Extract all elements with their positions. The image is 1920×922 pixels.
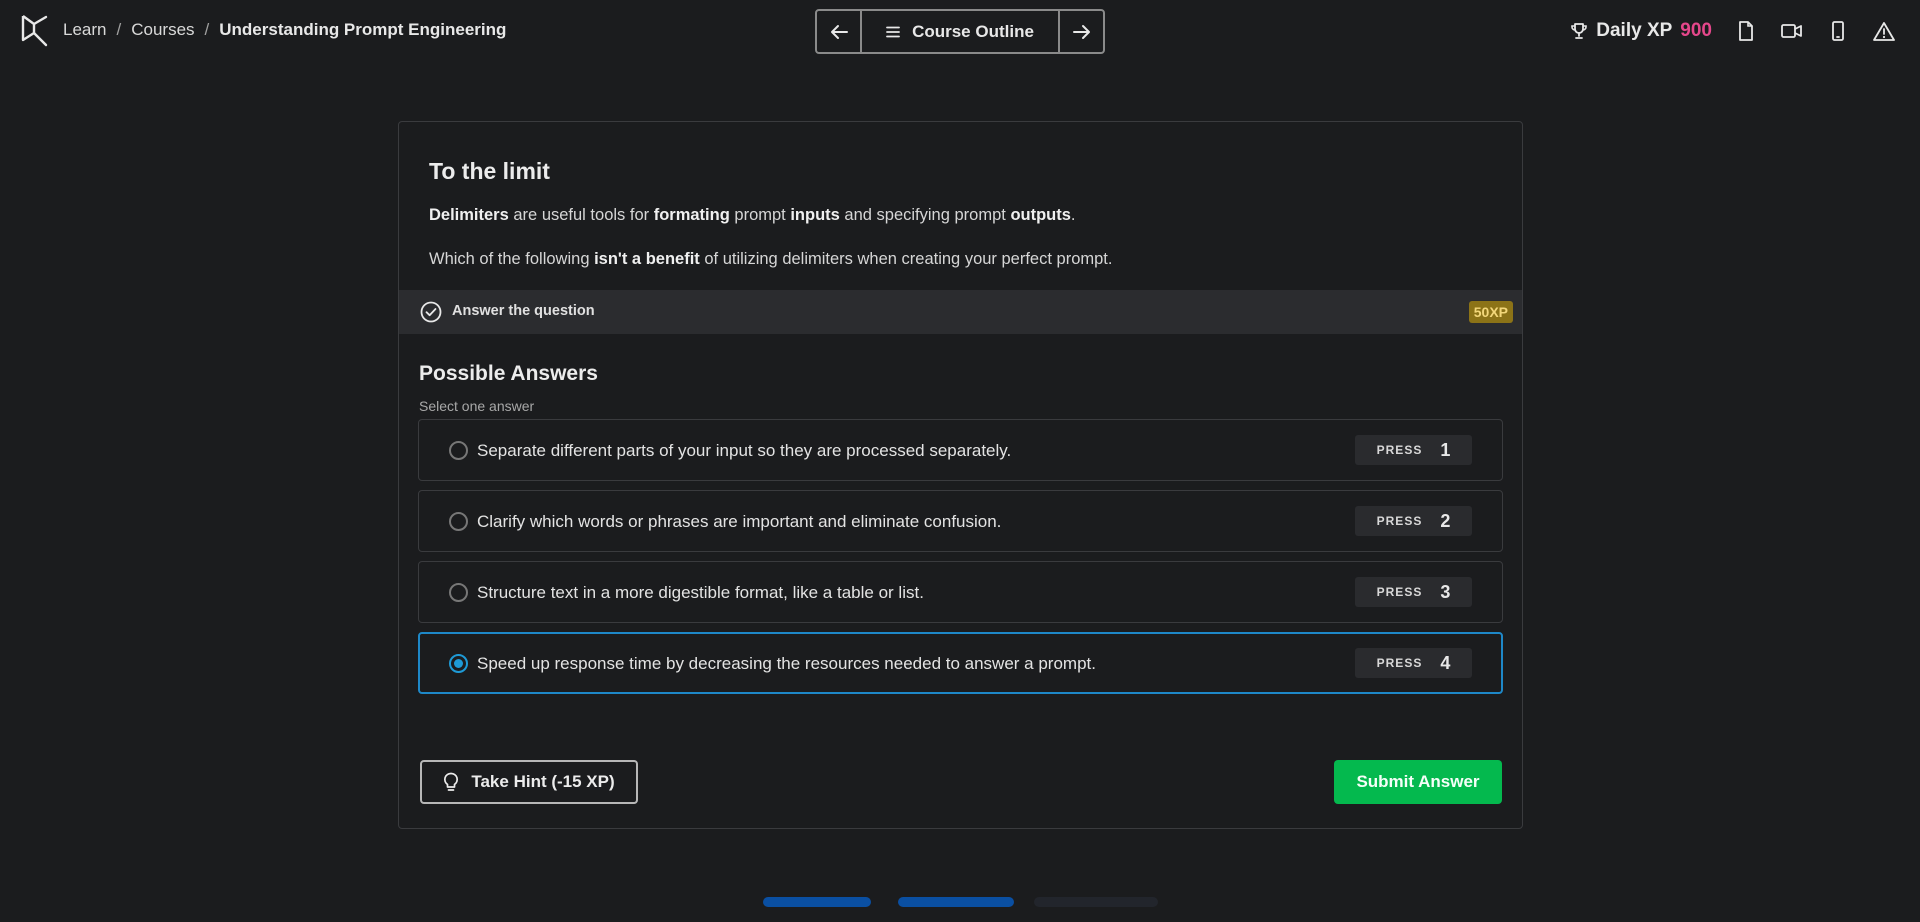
answer-option-2[interactable]: Clarify which words or phrases are impor… [418,490,1503,552]
progress-segment-completed [763,897,871,907]
breadcrumb-learn-link[interactable]: Learn [63,20,106,40]
video-button[interactable] [1780,19,1804,43]
question-bold-text: isn't a benefit [594,250,700,268]
context-text: prompt [729,206,791,224]
progress-segment-completed [898,897,1014,907]
context-bold-text: outputs [1010,206,1071,224]
take-hint-button[interactable]: Take Hint (-15 XP) [420,760,638,804]
possible-answers-subtitle: Select one answer [419,398,535,414]
exercise-card: To the limit Delimiters are useful tools… [398,121,1523,829]
context-text: and specifying prompt [839,206,1011,224]
answer-option-3[interactable]: Structure text in a more digestible form… [418,561,1503,623]
radio-button[interactable] [449,441,468,460]
datacamp-logo-icon[interactable] [20,14,48,48]
daily-xp-label: Daily XP [1596,20,1673,41]
radio-button[interactable] [449,583,468,602]
press-key: 2 [1440,510,1451,531]
radio-button[interactable] [449,512,468,531]
keyboard-shortcut-badge: PRESS 1 [1355,435,1472,465]
warning-icon [1873,22,1895,41]
possible-answers-title: Possible Answers [419,362,598,385]
press-key: 4 [1440,652,1451,673]
question-text: of utilizing delimiters when creating yo… [699,250,1113,268]
slides-button[interactable] [1734,19,1758,43]
context-text: are useful tools for [508,206,654,224]
exercise-title: To the limit [429,158,550,184]
answer-option-4[interactable]: Speed up response time by decreasing the… [418,632,1503,694]
task-label: Answer the question [452,303,595,319]
breadcrumb-courses-link[interactable]: Courses [131,20,194,40]
daily-xp[interactable]: Daily XP 900 [1570,20,1712,42]
exercise-question: Which of the following isn't a benefit o… [429,250,1112,269]
menu-icon [886,26,900,37]
press-label: PRESS [1376,514,1423,528]
trophy-icon [1571,23,1588,39]
top-bar: Learn / Courses / Understanding Prompt E… [0,0,1920,62]
document-icon [1739,21,1753,41]
video-icon [1781,24,1802,38]
press-label: PRESS [1376,443,1423,457]
arrow-right-icon [1072,24,1090,39]
radio-button-selected[interactable] [449,654,468,673]
answer-option-1[interactable]: Separate different parts of your input s… [418,419,1503,481]
daily-xp-value: 900 [1680,20,1712,41]
answer-option-text: Separate different parts of your input s… [477,441,1012,460]
take-hint-label: Take Hint (-15 XP) [471,772,615,791]
top-right-controls: Daily XP 900 [1570,14,1896,48]
answer-option-text: Structure text in a more digestible form… [477,583,924,602]
breadcrumb: Learn / Courses / Understanding Prompt E… [63,20,506,40]
course-outline-button[interactable]: Course Outline [862,11,1058,52]
course-outline-nav: Course Outline [815,9,1105,54]
keyboard-shortcut-badge: PRESS 4 [1355,648,1472,678]
keyboard-shortcut-badge: PRESS 2 [1355,506,1472,536]
question-text: Which of the following [429,250,595,268]
breadcrumb-separator: / [116,20,122,39]
task-bar: Answer the question 50XP [399,290,1522,334]
context-text: . [1070,206,1076,224]
mobile-icon [1832,21,1844,41]
breadcrumb-course-link[interactable]: Understanding Prompt Engineering [219,20,506,40]
context-bold-text: formating [653,206,730,224]
answer-option-text: Speed up response time by decreasing the… [477,654,1096,673]
exercise-context: Delimiters are useful tools for formatin… [429,206,1076,225]
lightbulb-icon [444,772,459,791]
keyboard-shortcut-badge: PRESS 3 [1355,577,1472,607]
progress-segment-remaining [1034,897,1158,907]
next-exercise-button[interactable] [1058,11,1103,52]
breadcrumb-separator: / [204,20,210,39]
answer-option-text: Clarify which words or phrases are impor… [477,512,1002,531]
previous-exercise-button[interactable] [817,11,862,52]
context-bold-text: inputs [790,206,840,224]
press-key: 1 [1440,439,1451,460]
press-key: 3 [1440,581,1451,602]
check-circle-icon [420,301,442,323]
press-label: PRESS [1376,585,1423,599]
xp-badge: 50XP [1468,301,1513,323]
press-label: PRESS [1376,656,1423,670]
report-issue-button[interactable] [1872,19,1896,43]
submit-answer-button[interactable]: Submit Answer [1334,760,1502,804]
context-bold-text: Delimiters [429,206,509,224]
arrow-left-icon [830,24,848,39]
course-outline-label: Course Outline [912,21,1034,41]
mobile-button[interactable] [1826,19,1850,43]
